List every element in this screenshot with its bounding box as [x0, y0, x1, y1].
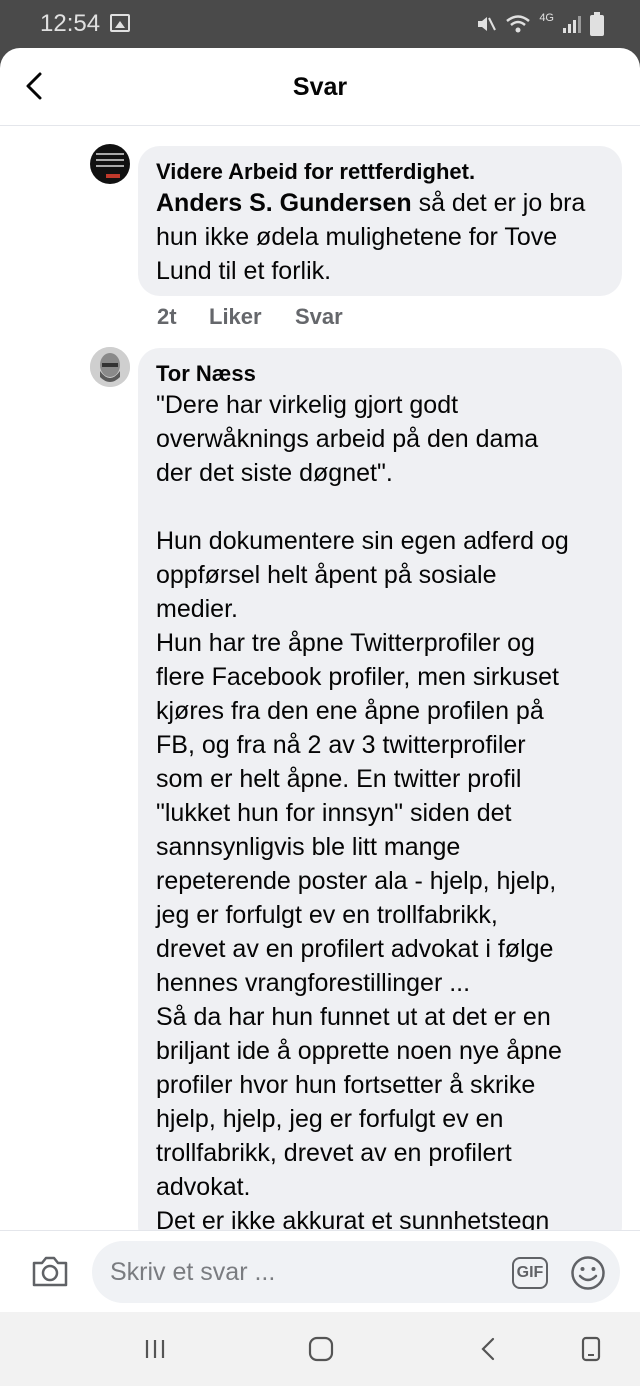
comment-bubble: Videre Arbeid for rettferdighet. Anders …	[138, 146, 622, 296]
comment-author[interactable]: Videre Arbeid for rettferdighet.	[156, 158, 604, 186]
screen-rotate-icon[interactable]	[578, 1336, 604, 1362]
recent-apps-icon[interactable]	[142, 1336, 168, 1362]
avatar[interactable]	[90, 347, 130, 387]
like-button[interactable]: Liker	[209, 304, 295, 330]
mention-link[interactable]: Anders S. Gundersen	[156, 189, 412, 217]
comment-author[interactable]: Tor Næss	[156, 360, 604, 388]
profile-photo	[90, 347, 130, 387]
battery-icon	[590, 12, 604, 36]
network-type: 4G	[539, 12, 554, 24]
page-title: Svar	[292, 73, 348, 101]
header: Svar	[0, 48, 640, 126]
avatar[interactable]	[90, 144, 130, 184]
signal-icon	[563, 16, 581, 33]
gallery-notification-icon	[110, 14, 130, 32]
comment-body: "Dere har virkelig gjort godt overwåknin…	[156, 391, 569, 1230]
gif-button[interactable]: GIF	[512, 1257, 548, 1289]
comment-text: Anders S. Gundersen så det er jo bra hun…	[156, 186, 604, 288]
status-bar: 12:54 4G	[0, 0, 640, 48]
home-icon[interactable]	[308, 1336, 334, 1362]
comment-actions: 2t Liker Svar	[157, 304, 343, 330]
comment-bubble: Tor Næss "Dere har virkelig gjort godt o…	[138, 348, 622, 1230]
camera-icon[interactable]	[30, 1253, 70, 1289]
reply-composer: GIF	[0, 1230, 640, 1312]
reply-button[interactable]: Svar	[295, 304, 343, 330]
comment-timestamp: 2t	[157, 304, 177, 329]
status-icons: 4G	[475, 12, 604, 36]
emoji-icon[interactable]	[570, 1255, 606, 1291]
replies-sheet: Svar Videre Arbeid for rettferdighet. An…	[0, 48, 640, 1312]
comment-thread: Videre Arbeid for rettferdighet. Anders …	[0, 127, 640, 1230]
system-nav-bar	[0, 1312, 640, 1386]
back-nav-icon[interactable]	[476, 1336, 502, 1362]
mute-icon	[478, 17, 497, 31]
wifi-icon	[506, 15, 531, 33]
status-time: 12:54	[40, 10, 101, 37]
